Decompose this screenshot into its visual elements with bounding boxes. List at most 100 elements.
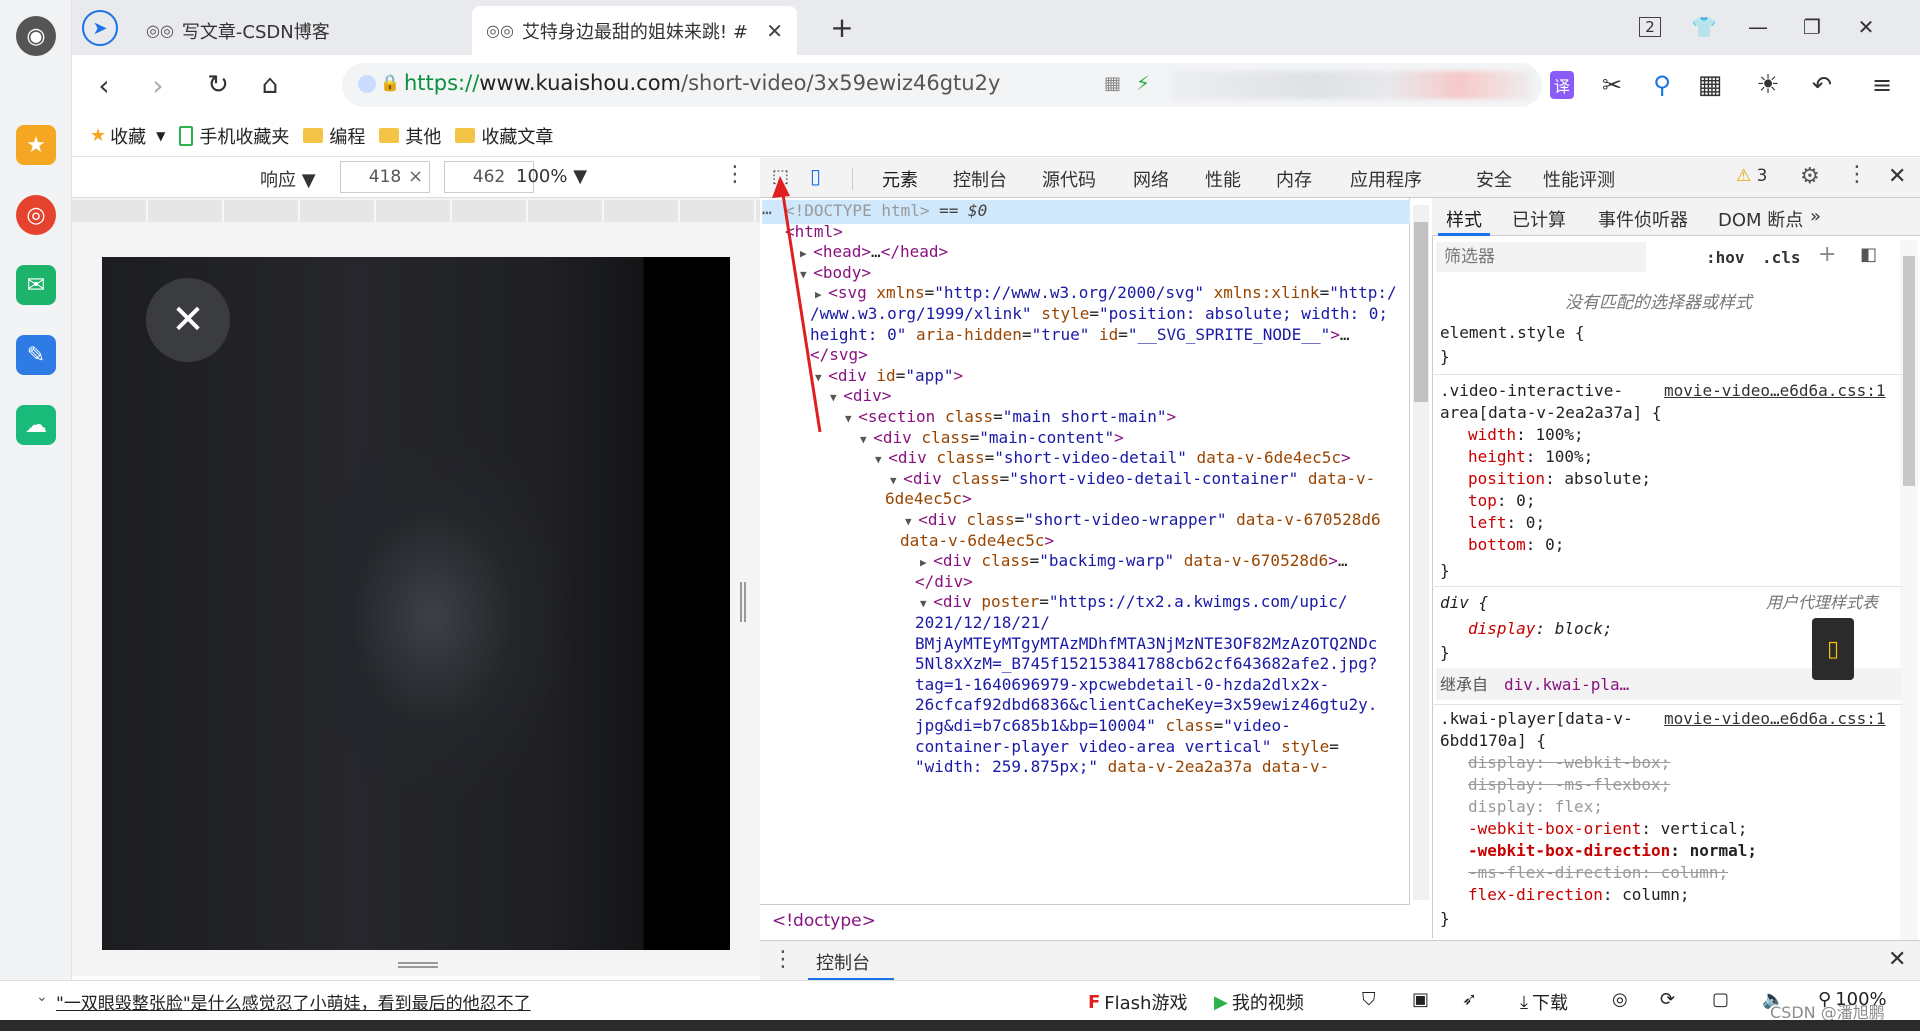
tab-computed[interactable]: 已计算: [1512, 206, 1566, 232]
add-rule-icon[interactable]: +: [1818, 242, 1836, 267]
dom-node-line[interactable]: ▶ <div class="backimg-warp" data-v-67052…: [920, 551, 1348, 573]
expand-triangle-icon[interactable]: ▼: [890, 474, 903, 487]
zoom-select[interactable]: 100% ▼: [516, 166, 587, 187]
forward-button[interactable]: ›: [138, 65, 178, 105]
home-button[interactable]: ⌂: [250, 65, 290, 105]
more-tabs-chevron-icon[interactable]: »: [1810, 206, 1821, 227]
site-info-icon[interactable]: [358, 75, 376, 93]
navigate-icon[interactable]: ➤: [82, 10, 118, 46]
style-declaration[interactable]: width: 100%;: [1468, 424, 1584, 446]
style-declaration[interactable]: flex-direction: column;: [1468, 884, 1690, 906]
translate-icon[interactable]: 译: [1549, 71, 1574, 99]
dom-node-line[interactable]: ▼ <div class="short-video-detail-contain…: [890, 469, 1375, 491]
expand-triangle-icon[interactable]: ▼: [920, 597, 933, 610]
dom-node-line[interactable]: </div>: [915, 572, 973, 592]
style-declaration[interactable]: display: -webkit-box;: [1468, 752, 1670, 774]
rule-source-link[interactable]: movie-video…e6d6a.css:1: [1664, 380, 1886, 402]
notes-icon[interactable]: ✎: [16, 335, 56, 375]
dom-node-line[interactable]: ▼ <section class="main short-main">: [845, 407, 1176, 429]
bookmark-mobile[interactable]: 手机收藏夹: [179, 123, 289, 149]
elements-scrollbar-thumb[interactable]: [1414, 222, 1428, 402]
qr-code-icon[interactable]: ▦: [1104, 73, 1121, 94]
address-bar[interactable]: 🔒 https://www.kuaishou.com/short-video/3…: [342, 63, 1542, 107]
warnings-badge[interactable]: ⚠ 3: [1736, 166, 1767, 186]
my-videos-button[interactable]: ▶ 我的视频: [1214, 989, 1304, 1015]
dom-node-line[interactable]: "width: 259.875px;" data-v-2ea2a37a data…: [915, 757, 1329, 777]
speed-mode-icon[interactable]: ⚡: [1136, 71, 1150, 95]
dom-node-line[interactable]: jpg&di=b7c685b1&bp=10004" class="video-: [915, 716, 1291, 736]
bookmark-folder-other[interactable]: 其他: [379, 123, 441, 149]
tab-network[interactable]: 网络: [1133, 166, 1169, 192]
bookmark-favorites[interactable]: ★ 收藏 ▼: [90, 123, 165, 149]
bookmark-folder-articles[interactable]: 收藏文章: [455, 123, 553, 149]
style-declaration[interactable]: display: flex;: [1468, 796, 1603, 818]
close-window-button[interactable]: ✕: [1848, 10, 1884, 44]
toggle-sidebar-icon[interactable]: ◧: [1860, 244, 1877, 265]
close-video-button[interactable]: ✕: [146, 278, 230, 362]
news-link[interactable]: "一双眼毁整张脸"是什么感觉忍了小萌娃，看到最后的他忍不了: [56, 989, 531, 1014]
new-tab-button[interactable]: +: [824, 10, 860, 44]
more-options-icon[interactable]: ⋮: [1846, 162, 1868, 187]
style-declaration[interactable]: -webkit-box-direction: normal;: [1468, 840, 1757, 862]
resize-handle-right[interactable]: [740, 582, 746, 622]
scissors-icon[interactable]: ✂: [1592, 65, 1632, 105]
dom-node-line[interactable]: ▼ <div poster="https://tx2.a.kwimgs.com/…: [920, 592, 1347, 614]
skin-icon[interactable]: 👕: [1686, 10, 1722, 44]
responsive-select[interactable]: 响应 ▼: [260, 166, 316, 192]
settings-gear-icon[interactable]: ⚙: [1800, 164, 1820, 189]
inherited-from-link[interactable]: div.kwai-pla…: [1504, 674, 1629, 696]
tab-kuaishou[interactable]: ◎◎ 艾特身边最甜的姐妹来跳! # ✕: [472, 6, 797, 55]
style-declaration[interactable]: height: 100%;: [1468, 446, 1593, 468]
styles-scrollbar-thumb[interactable]: [1903, 256, 1915, 486]
mail-icon[interactable]: ✉: [16, 265, 56, 305]
tab-sources[interactable]: 源代码: [1042, 166, 1096, 192]
menu-icon[interactable]: ≡: [1862, 65, 1902, 105]
tab-styles[interactable]: 样式: [1446, 206, 1482, 232]
close-tab-icon[interactable]: ✕: [766, 19, 783, 43]
tab-memory[interactable]: 内存: [1276, 166, 1312, 192]
dom-node-line[interactable]: ▼ <div class="main-content">: [860, 428, 1124, 450]
url-text[interactable]: https://www.kuaishou.com/short-video/3x5…: [404, 71, 1000, 95]
style-declaration[interactable]: top: 0;: [1468, 490, 1535, 512]
styles-filter-input[interactable]: 筛选器: [1436, 242, 1646, 272]
reload-button[interactable]: ↻: [198, 65, 238, 105]
media-query-bar[interactable]: [72, 200, 760, 222]
dom-node-line[interactable]: /www.w3.org/1999/xlink" style="position:…: [810, 304, 1388, 324]
dom-node-line[interactable]: container-player video-area vertical" st…: [915, 737, 1339, 757]
expand-triangle-icon[interactable]: ▼: [875, 453, 888, 466]
tab-performance[interactable]: 性能: [1205, 166, 1241, 192]
rule-source-link[interactable]: movie-video…e6d6a.css:1: [1664, 708, 1886, 730]
tab-lighthouse[interactable]: 性能评测: [1543, 166, 1615, 192]
dom-node-line[interactable]: 2021/12/18/21/: [915, 613, 1050, 633]
sync-icon[interactable]: ⟳: [1660, 989, 1675, 1010]
tab-dom-breakpoints[interactable]: DOM 断点: [1718, 206, 1803, 232]
tab-csdn[interactable]: ◎◎ 写文章-CSDN博客: [132, 6, 462, 55]
bookmark-folder-coding[interactable]: 编程: [303, 123, 365, 149]
style-declaration[interactable]: bottom: 0;: [1468, 534, 1564, 556]
favorites-icon[interactable]: ★: [16, 125, 56, 165]
tab-application[interactable]: 应用程序: [1350, 166, 1422, 192]
restore-button[interactable]: ❐: [1794, 10, 1830, 44]
hover-state-toggle[interactable]: :hov: [1706, 248, 1745, 267]
tab-count-badge[interactable]: 2: [1639, 17, 1661, 37]
drawer-menu-icon[interactable]: ⋮: [772, 947, 794, 972]
brightness-icon[interactable]: ☀: [1748, 65, 1788, 105]
close-devtools-icon[interactable]: ✕: [1888, 164, 1906, 189]
undo-icon[interactable]: ↶: [1802, 65, 1842, 105]
style-declaration[interactable]: display: block;: [1468, 618, 1613, 640]
dom-node-line[interactable]: ▼ <div class="short-video-wrapper" data-…: [905, 510, 1381, 532]
weibo-icon[interactable]: ◎: [16, 195, 56, 235]
apps-grid-icon[interactable]: ▦: [1690, 65, 1730, 105]
class-toggle[interactable]: .cls: [1762, 248, 1801, 267]
resize-handle-bottom[interactable]: [398, 962, 438, 968]
cloud-icon[interactable]: ☁: [16, 405, 56, 445]
dom-node-line[interactable]: 6de4ec5c>: [885, 489, 972, 509]
dom-node-line[interactable]: BMjAyMTEyMTgyMTAzMDhfMTA3NjMzNTE3OF82MzA…: [915, 634, 1377, 654]
incognito-icon[interactable]: ◉: [16, 16, 56, 56]
tab-console[interactable]: 控制台: [953, 166, 1007, 192]
rocket-icon[interactable]: ➶: [1462, 989, 1477, 1010]
back-button[interactable]: ‹: [84, 65, 124, 105]
dom-node-line[interactable]: 26cfcaf92dbd6836&clientCacheKey=3x59ewiz…: [915, 695, 1377, 715]
close-drawer-icon[interactable]: ✕: [1888, 947, 1906, 972]
chevron-down-icon[interactable]: ⌄: [36, 989, 48, 1005]
